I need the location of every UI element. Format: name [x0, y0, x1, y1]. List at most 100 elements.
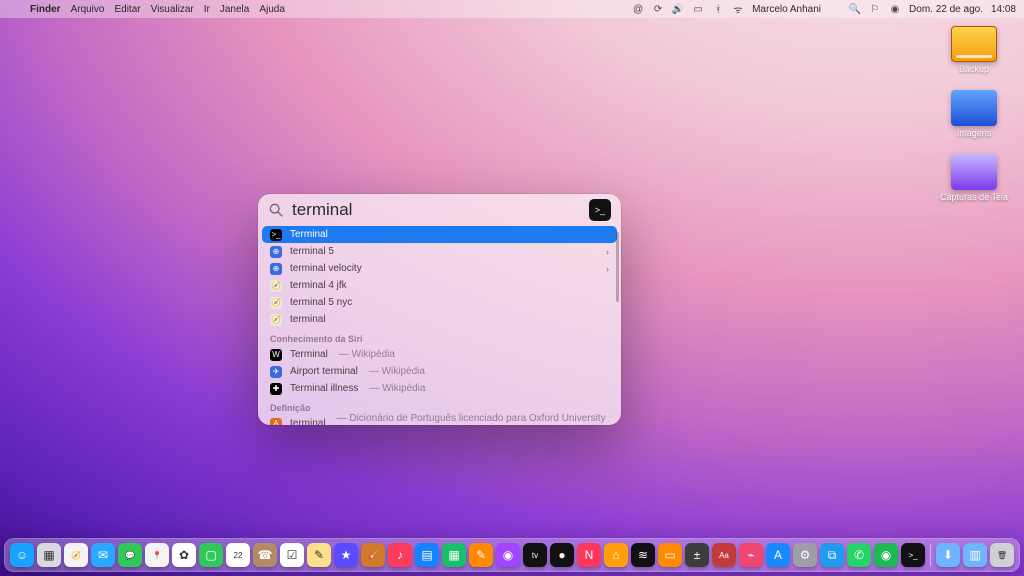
- dock-app-trash[interactable]: 🗑: [990, 543, 1014, 567]
- wifi-icon[interactable]: ᯤ: [732, 3, 744, 15]
- dock-app-safari[interactable]: 🧭: [64, 543, 88, 567]
- spotlight-suggestion[interactable]: ⊕ terminal velocity ›: [262, 260, 617, 277]
- dock-app-photos[interactable]: ✿: [172, 543, 196, 567]
- dock-app-music[interactable]: ♪: [388, 543, 412, 567]
- dock-app-messages[interactable]: 💬: [118, 543, 142, 567]
- dock-app-dictionary[interactable]: Aa: [712, 543, 736, 567]
- terminal-app-icon: >_: [270, 229, 282, 241]
- result-subtitle: — Dicionário de Português licenciado par…: [337, 413, 609, 426]
- search-icon: [268, 202, 284, 218]
- menubar-item-ajuda[interactable]: Ajuda: [259, 4, 285, 15]
- dock-app-contacts[interactable]: ☎: [253, 543, 277, 567]
- dock-app-terminal[interactable]: >_: [901, 543, 925, 567]
- dock-app-settings[interactable]: ⚙: [793, 543, 817, 567]
- dock-app-home[interactable]: ⌂: [604, 543, 628, 567]
- folder-icon: [951, 154, 997, 190]
- bluetooth-icon[interactable]: ᚼ: [712, 3, 724, 15]
- dock-app-reminders[interactable]: ☑: [280, 543, 304, 567]
- spotlight-preview-terminal-icon: >_: [589, 199, 611, 221]
- menubar-item-arquivo[interactable]: Arquivo: [71, 4, 105, 15]
- sync-icon[interactable]: ⟳: [652, 3, 664, 15]
- menubar-app-name[interactable]: Finder: [30, 4, 61, 15]
- spotlight-siri-result[interactable]: ✈ Airport terminal — Wikipédia: [262, 363, 617, 380]
- dock-app-spotify[interactable]: ◉: [874, 543, 898, 567]
- dock-app-numbers[interactable]: ▦: [442, 543, 466, 567]
- dictionary-icon: A: [270, 418, 282, 426]
- safari-icon: 🧭: [270, 297, 282, 309]
- dock-app-whatsapp[interactable]: ✆: [847, 543, 871, 567]
- dock-app-notes[interactable]: ✎: [307, 543, 331, 567]
- menubar: Finder Arquivo Editar Visualizar Ir Jane…: [0, 0, 1024, 18]
- dock-app-imovie[interactable]: ★: [334, 543, 358, 567]
- dock-app-books[interactable]: ▭: [658, 543, 682, 567]
- menubar-item-janela[interactable]: Janela: [220, 4, 249, 15]
- dock-app-shortcuts[interactable]: ⌁: [739, 543, 763, 567]
- spotlight-suggestion[interactable]: ⊕ terminal 5 ›: [262, 243, 617, 260]
- dock-app-mail[interactable]: ✉: [91, 543, 115, 567]
- dock-separator: [930, 544, 931, 566]
- result-title: terminal 5 nyc: [290, 297, 352, 308]
- spotlight-siri-result[interactable]: W Terminal — Wikipédia: [262, 346, 617, 363]
- spotlight-panel: >_ >_ Terminal ⊕ terminal 5 › ⊕ terminal…: [258, 194, 621, 425]
- desktop-icon-imagens[interactable]: Imagens: [932, 90, 1016, 138]
- desktop-icon-capturas[interactable]: Capturas de Tela: [932, 154, 1016, 202]
- dock-app-podcasts[interactable]: ◉: [496, 543, 520, 567]
- drive-icon: [951, 26, 997, 62]
- result-title: terminal velocity: [290, 263, 362, 274]
- dock-app-appstore[interactable]: A: [766, 543, 790, 567]
- dock-app-voice[interactable]: ●: [550, 543, 574, 567]
- at-icon[interactable]: @: [632, 3, 644, 15]
- menubar-date[interactable]: Dom. 22 de ago.: [909, 4, 983, 15]
- spotlight-suggestion[interactable]: 🧭 terminal 4 jfk: [262, 277, 617, 294]
- desktop-icons: Backup Imagens Capturas de Tela: [932, 26, 1016, 202]
- desktop-icon-backup[interactable]: Backup: [932, 26, 1016, 74]
- menubar-item-editar[interactable]: Editar: [114, 4, 140, 15]
- dock-app-tv[interactable]: tv: [523, 543, 547, 567]
- result-title: terminal: [290, 418, 326, 425]
- dock-app-pages[interactable]: ✎: [469, 543, 493, 567]
- menubar-item-ir[interactable]: Ir: [204, 4, 210, 15]
- dock-app-downloads[interactable]: ⬇: [936, 543, 960, 567]
- result-title: Terminal: [290, 229, 328, 240]
- dock-app-launchpad[interactable]: ▦: [37, 543, 61, 567]
- dock-app-finder[interactable]: ☺: [10, 543, 34, 567]
- spotlight-siri-result[interactable]: ✚ Terminal illness — Wikipédia: [262, 380, 617, 397]
- folder-icon: [951, 90, 997, 126]
- result-subtitle: — Wikipédia: [369, 383, 425, 394]
- siri-icon[interactable]: ◉: [889, 3, 901, 15]
- dock-app-calculator[interactable]: ±: [685, 543, 709, 567]
- control-center-icon[interactable]: ⚐: [869, 3, 881, 15]
- apple-logo-icon: [829, 3, 841, 15]
- dock-app-facetime[interactable]: ▢: [199, 543, 223, 567]
- dock: ☺▦🧭✉💬📍✿▢22☎☑✎★🎸♪▤▦✎◉tv●N⌂≋▭±Aa⌁A⚙⧉✆◉>_⬇▥…: [4, 538, 1020, 572]
- result-title: terminal: [290, 314, 326, 325]
- menubar-user[interactable]: Marcelo Anhani: [752, 4, 821, 15]
- spotlight-suggestion[interactable]: 🧭 terminal: [262, 311, 617, 328]
- safari-icon: 🧭: [270, 314, 282, 326]
- result-title: Airport terminal: [290, 366, 358, 377]
- display-icon[interactable]: ▭: [692, 3, 704, 15]
- spotlight-definition-result[interactable]: A terminal — Dicionário de Português lic…: [262, 415, 617, 425]
- dock-app-stocks[interactable]: ≋: [631, 543, 655, 567]
- result-title: terminal 4 jfk: [290, 280, 347, 291]
- apple-menu-icon[interactable]: [8, 3, 20, 15]
- dock-app-garage[interactable]: 🎸: [361, 543, 385, 567]
- dock-app-keynote[interactable]: ▤: [415, 543, 439, 567]
- menubar-time[interactable]: 14:08: [991, 4, 1016, 15]
- spotlight-icon[interactable]: 🔍: [849, 3, 861, 15]
- spotlight-suggestion[interactable]: 🧭 terminal 5 nyc: [262, 294, 617, 311]
- dock-app-docs[interactable]: ▥: [963, 543, 987, 567]
- spotlight-top-hit[interactable]: >_ Terminal: [262, 226, 617, 243]
- spotlight-input[interactable]: [292, 200, 581, 220]
- dock-app-news[interactable]: N: [577, 543, 601, 567]
- volume-icon[interactable]: 🔊: [672, 3, 684, 15]
- wiki-icon: ✚: [270, 383, 282, 395]
- dock-app-calendar[interactable]: 22: [226, 543, 250, 567]
- dock-app-maps[interactable]: 📍: [145, 543, 169, 567]
- menubar-item-visualizar[interactable]: Visualizar: [151, 4, 194, 15]
- dock-app-vscode[interactable]: ⧉: [820, 543, 844, 567]
- chevron-right-icon: ›: [606, 264, 609, 274]
- spotlight-search-row: >_: [258, 194, 621, 226]
- scrollbar[interactable]: [616, 232, 619, 302]
- safari-icon: 🧭: [270, 280, 282, 292]
